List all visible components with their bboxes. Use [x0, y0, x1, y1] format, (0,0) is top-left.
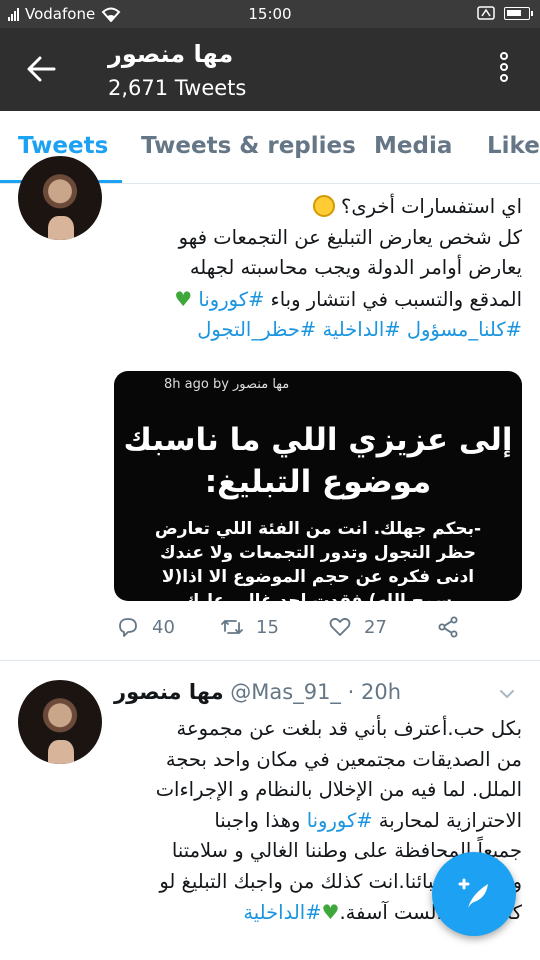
media-heading-line: موضوع التبليغ:: [204, 464, 432, 500]
like-button[interactable]: 27: [328, 615, 387, 639]
author-handle[interactable]: @Mas_91_: [230, 680, 341, 704]
author-name[interactable]: مها منصور: [114, 680, 224, 704]
media-overlay-caption: 8h ago by مها منصور: [164, 377, 290, 392]
heart-icon: [329, 617, 351, 636]
tweet-text-line: كل شخص يعارض التبليغ عن التجمعات فهو: [178, 225, 522, 249]
retweet-icon: [221, 620, 243, 634]
hashtag-corona[interactable]: #كورونا: [198, 288, 264, 311]
tweet-text-line: اي استفسارات أخرى؟: [110, 192, 522, 223]
media-body: -بحكم جهلك. انت من الفئة اللي تعارض حظر …: [114, 517, 522, 601]
hashtag-interior[interactable]: #الداخلية: [243, 901, 321, 924]
media-body-line: سمح الله) فقدت احد غالي عليك: [183, 591, 453, 601]
media-heading: إلى عزيزي اللي ما ناسبك موضوع التبليغ:: [114, 419, 522, 503]
status-bar: Vodafone 15:00: [0, 0, 540, 28]
chevron-down-icon[interactable]: [498, 685, 516, 703]
media-body-line: ادنى فكره عن حجم الموضوع الا اذا(لا: [161, 567, 475, 587]
green-heart-icon: ♥: [321, 900, 340, 924]
status-time: 15:00: [248, 5, 292, 23]
tweet-text-line: #كلنا_مسؤول #الداخلية #حظر_التجول: [110, 315, 522, 346]
tweet-divider: [0, 660, 540, 661]
share-button[interactable]: [436, 615, 460, 639]
tweet-actions: 40 15 27: [116, 615, 476, 645]
tweet-text-line: من الصديقات مجتمعين في مكان واحد بحجة: [165, 747, 522, 771]
tweet-text-line: الملل. لما فيه من الإخلال بالنظام و الإج…: [155, 778, 522, 801]
profile-name: مها منصور: [108, 40, 234, 68]
tab-tweets[interactable]: Tweets: [18, 133, 108, 159]
tab-tweets-and-replies[interactable]: Tweets & replies: [141, 133, 356, 159]
reply-button[interactable]: 40: [116, 615, 175, 639]
tweet-media-image[interactable]: 8h ago by مها منصور إلى عزيزي اللي ما نا…: [114, 371, 522, 601]
share-icon: [438, 616, 458, 638]
profile-header: مها منصور 2,671 Tweets: [0, 28, 540, 111]
hashtag-interior[interactable]: #الداخلية: [322, 318, 400, 341]
tweet-count: 2,671 Tweets: [108, 76, 247, 100]
retweet-button[interactable]: 15: [220, 615, 279, 639]
tweet-text-line: بكل حب.أعترف بأني قد بلغت عن مجموعة: [176, 717, 522, 740]
compose-feather-icon: [458, 878, 488, 908]
status-right: [476, 5, 533, 21]
tweet-text-line: الاحترازية لمحاربة #كورونا وهذا واجبنا: [214, 808, 522, 832]
tab-likes[interactable]: Likes: [487, 133, 540, 159]
retweet-count: 15: [256, 616, 279, 638]
reply-count: 40: [152, 616, 175, 638]
hashtag-all-responsible[interactable]: #كلنا_مسؤول: [407, 318, 522, 341]
back-arrow-icon[interactable]: [24, 52, 58, 86]
media-body-line: حظر التجول وتدور التجمعات ولا عندك: [160, 543, 476, 563]
media-heading-line: إلى عزيزي اللي ما ناسبك: [123, 422, 513, 458]
compose-tweet-button[interactable]: [432, 852, 516, 936]
avatar[interactable]: [18, 156, 102, 240]
tab-media[interactable]: Media: [374, 133, 452, 159]
avatar[interactable]: [18, 680, 102, 764]
nerd-face-icon: [312, 195, 335, 217]
tweet-text-line: يعارض أوامر الدولة ويجب محاسبته لجهله: [189, 256, 522, 279]
tweet-meta: مها منصور @Mas_91_ · 20h: [114, 680, 401, 704]
battery-icon: [504, 6, 533, 20]
tweet-time: · 20h: [347, 680, 402, 704]
hashtag-corona[interactable]: #كورونا: [307, 809, 373, 832]
like-count: 27: [364, 616, 387, 638]
more-options-icon[interactable]: [500, 52, 510, 86]
media-body-line: -بحكم جهلك. انت من الفئة اللي تعارض: [154, 519, 482, 539]
tweet-text-line: المدقع والتسبب في انتشار وباء #كورونا ♥: [174, 286, 522, 311]
tweet-1-text: اي استفسارات أخرى؟ كل شخص يعارض التبليغ …: [110, 192, 522, 346]
hashtag-curfew[interactable]: #حظر_التجول: [197, 318, 316, 341]
reply-icon: [119, 618, 137, 637]
green-heart-icon: ♥: [174, 286, 193, 311]
nfc-icon: [477, 6, 495, 20]
